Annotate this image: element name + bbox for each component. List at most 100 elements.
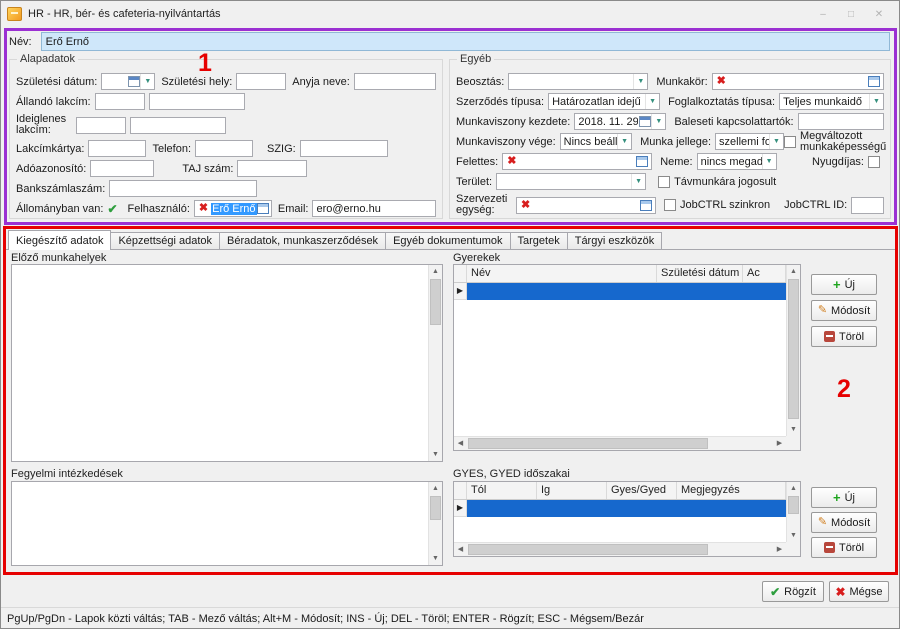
scroll-thumb[interactable]: [468, 438, 708, 449]
children-new-button[interactable]: +Új: [811, 274, 877, 295]
scroll-thumb[interactable]: [430, 279, 441, 325]
column-header-gyes-gyed[interactable]: Gyes/Gyed: [607, 482, 677, 499]
permanent-address-input-1[interactable]: [95, 93, 145, 110]
remote-work-checkbox[interactable]: [658, 176, 670, 188]
scroll-up-icon[interactable]: ▲: [429, 265, 442, 278]
scroll-thumb[interactable]: [468, 544, 708, 555]
column-header-ac[interactable]: Ac: [743, 265, 786, 282]
temporary-address-input-2[interactable]: [130, 117, 226, 134]
column-header-ig[interactable]: Ig: [537, 482, 607, 499]
user-input[interactable]: ✖ Erő Ernő: [194, 200, 272, 217]
picker-icon[interactable]: [257, 203, 269, 214]
employment-start-input[interactable]: 2018. 11. 29. ▼: [574, 113, 666, 130]
picker-icon[interactable]: [868, 76, 880, 87]
scroll-down-icon[interactable]: ▼: [429, 552, 442, 565]
vertical-scrollbar[interactable]: ▲ ▼: [428, 482, 442, 565]
column-header-nev[interactable]: Név: [467, 265, 657, 282]
phone-input[interactable]: [195, 140, 253, 157]
children-grid[interactable]: Név Születési dátum Ac ▶ ▲ ▼ ◀ ▶: [453, 264, 801, 451]
maximize-icon[interactable]: □: [837, 4, 865, 24]
tab-kiegeszito-adatok[interactable]: Kiegészítő adatok: [8, 230, 111, 250]
szig-input[interactable]: [300, 140, 388, 157]
employment-type-select[interactable]: Teljes munkaidő ▼: [779, 93, 884, 110]
scroll-thumb[interactable]: [788, 496, 799, 514]
cancel-button[interactable]: ✖Mégse: [829, 581, 889, 602]
scroll-left-icon[interactable]: ◀: [454, 437, 467, 450]
dropdown-icon[interactable]: ▼: [140, 74, 154, 89]
tab-targyi-eszkozok[interactable]: Tárgyi eszközök: [567, 232, 662, 249]
birth-place-input[interactable]: [236, 73, 286, 90]
children-delete-button[interactable]: Töröl: [811, 326, 877, 347]
tab-kepzettsegi-adatok[interactable]: Képzettségi adatok: [110, 232, 220, 249]
gyes-delete-button[interactable]: Töröl: [811, 537, 877, 558]
previous-jobs-textarea[interactable]: ▲ ▼: [11, 264, 443, 462]
org-unit-input[interactable]: ✖: [516, 197, 656, 214]
column-header-szuletesi-datum[interactable]: Születési dátum: [657, 265, 743, 282]
supervisor-input[interactable]: ✖: [502, 153, 652, 170]
scroll-down-icon[interactable]: ▼: [787, 529, 800, 542]
column-header-tol[interactable]: Tól: [467, 482, 537, 499]
checked-icon[interactable]: ✔: [107, 203, 117, 215]
gyes-new-button[interactable]: +Új: [811, 487, 877, 508]
temporary-address-input-1[interactable]: [76, 117, 126, 134]
taj-input[interactable]: [237, 160, 307, 177]
tab-egyeb-dokumentumok[interactable]: Egyéb dokumentumok: [385, 232, 510, 249]
scroll-up-icon[interactable]: ▲: [787, 265, 800, 278]
close-icon[interactable]: ✕: [865, 4, 893, 24]
dropdown-icon[interactable]: ▼: [651, 114, 665, 129]
work-nature-select[interactable]: szellemi fogla ▼: [715, 133, 784, 150]
tax-id-input[interactable]: [90, 160, 154, 177]
dropdown-icon[interactable]: ▼: [762, 154, 776, 169]
area-select[interactable]: ▼: [496, 173, 646, 190]
scroll-left-icon[interactable]: ◀: [454, 543, 467, 556]
gender-select[interactable]: nincs megadv ▼: [697, 153, 777, 170]
scroll-thumb[interactable]: [788, 279, 799, 419]
scroll-down-icon[interactable]: ▼: [787, 423, 800, 436]
scroll-up-icon[interactable]: ▲: [429, 482, 442, 495]
minimize-icon[interactable]: –: [809, 4, 837, 24]
children-edit-button[interactable]: ✎Módosít: [811, 300, 877, 321]
tab-targetek[interactable]: Targetek: [510, 232, 568, 249]
contract-type-select[interactable]: Határozatlan idejű ▼: [548, 93, 660, 110]
scroll-thumb[interactable]: [430, 496, 441, 520]
employment-end-select[interactable]: Nincs beállítva ▼: [560, 133, 632, 150]
gyes-grid[interactable]: Tól Ig Gyes/Gyed Megjegyzés ▶ ▲ ▼ ◀ ▶: [453, 481, 801, 557]
dropdown-icon[interactable]: ▼: [617, 134, 631, 149]
scroll-right-icon[interactable]: ▶: [773, 543, 786, 556]
bank-account-input[interactable]: [109, 180, 257, 197]
dropdown-icon[interactable]: ▼: [769, 134, 783, 149]
dropdown-icon[interactable]: ▼: [869, 94, 883, 109]
horizontal-scrollbar[interactable]: ◀ ▶: [454, 542, 786, 556]
horizontal-scrollbar[interactable]: ◀ ▶: [454, 436, 786, 450]
picker-icon[interactable]: [640, 200, 652, 211]
accident-contacts-input[interactable]: [798, 113, 884, 130]
scroll-down-icon[interactable]: ▼: [429, 448, 442, 461]
vertical-scrollbar[interactable]: ▲ ▼: [428, 265, 442, 461]
save-button[interactable]: ✔Rögzít: [762, 581, 824, 602]
vertical-scrollbar[interactable]: ▲ ▼: [786, 265, 800, 436]
vertical-scrollbar[interactable]: ▲ ▼: [786, 482, 800, 542]
dropdown-icon[interactable]: ▼: [631, 174, 645, 189]
scroll-right-icon[interactable]: ▶: [773, 437, 786, 450]
jobctrl-id-input[interactable]: [851, 197, 884, 214]
dropdown-icon[interactable]: ▼: [633, 74, 647, 89]
dropdown-icon[interactable]: ▼: [645, 94, 659, 109]
mother-name-input[interactable]: [354, 73, 436, 90]
gyes-edit-button[interactable]: ✎Módosít: [811, 512, 877, 533]
jobctrl-sync-checkbox[interactable]: [664, 199, 676, 211]
job-input[interactable]: ✖: [712, 73, 884, 90]
address-card-input[interactable]: [88, 140, 146, 157]
selected-row[interactable]: ▶: [454, 500, 786, 517]
name-input[interactable]: Erő Ernő: [41, 32, 890, 51]
birth-date-input[interactable]: ▼: [101, 73, 155, 90]
column-header-megjegyzes[interactable]: Megjegyzés: [677, 482, 786, 499]
selected-row[interactable]: ▶: [454, 283, 786, 300]
picker-icon[interactable]: [636, 156, 648, 167]
email-input[interactable]: ero@erno.hu: [312, 200, 436, 217]
permanent-address-input-2[interactable]: [149, 93, 245, 110]
disciplinary-textarea[interactable]: ▲ ▼: [11, 481, 443, 566]
tab-beradatok[interactable]: Béradatok, munkaszerződések: [219, 232, 386, 249]
scroll-up-icon[interactable]: ▲: [787, 482, 800, 495]
pensioner-checkbox[interactable]: [868, 156, 880, 168]
position-select[interactable]: ▼: [508, 73, 648, 90]
